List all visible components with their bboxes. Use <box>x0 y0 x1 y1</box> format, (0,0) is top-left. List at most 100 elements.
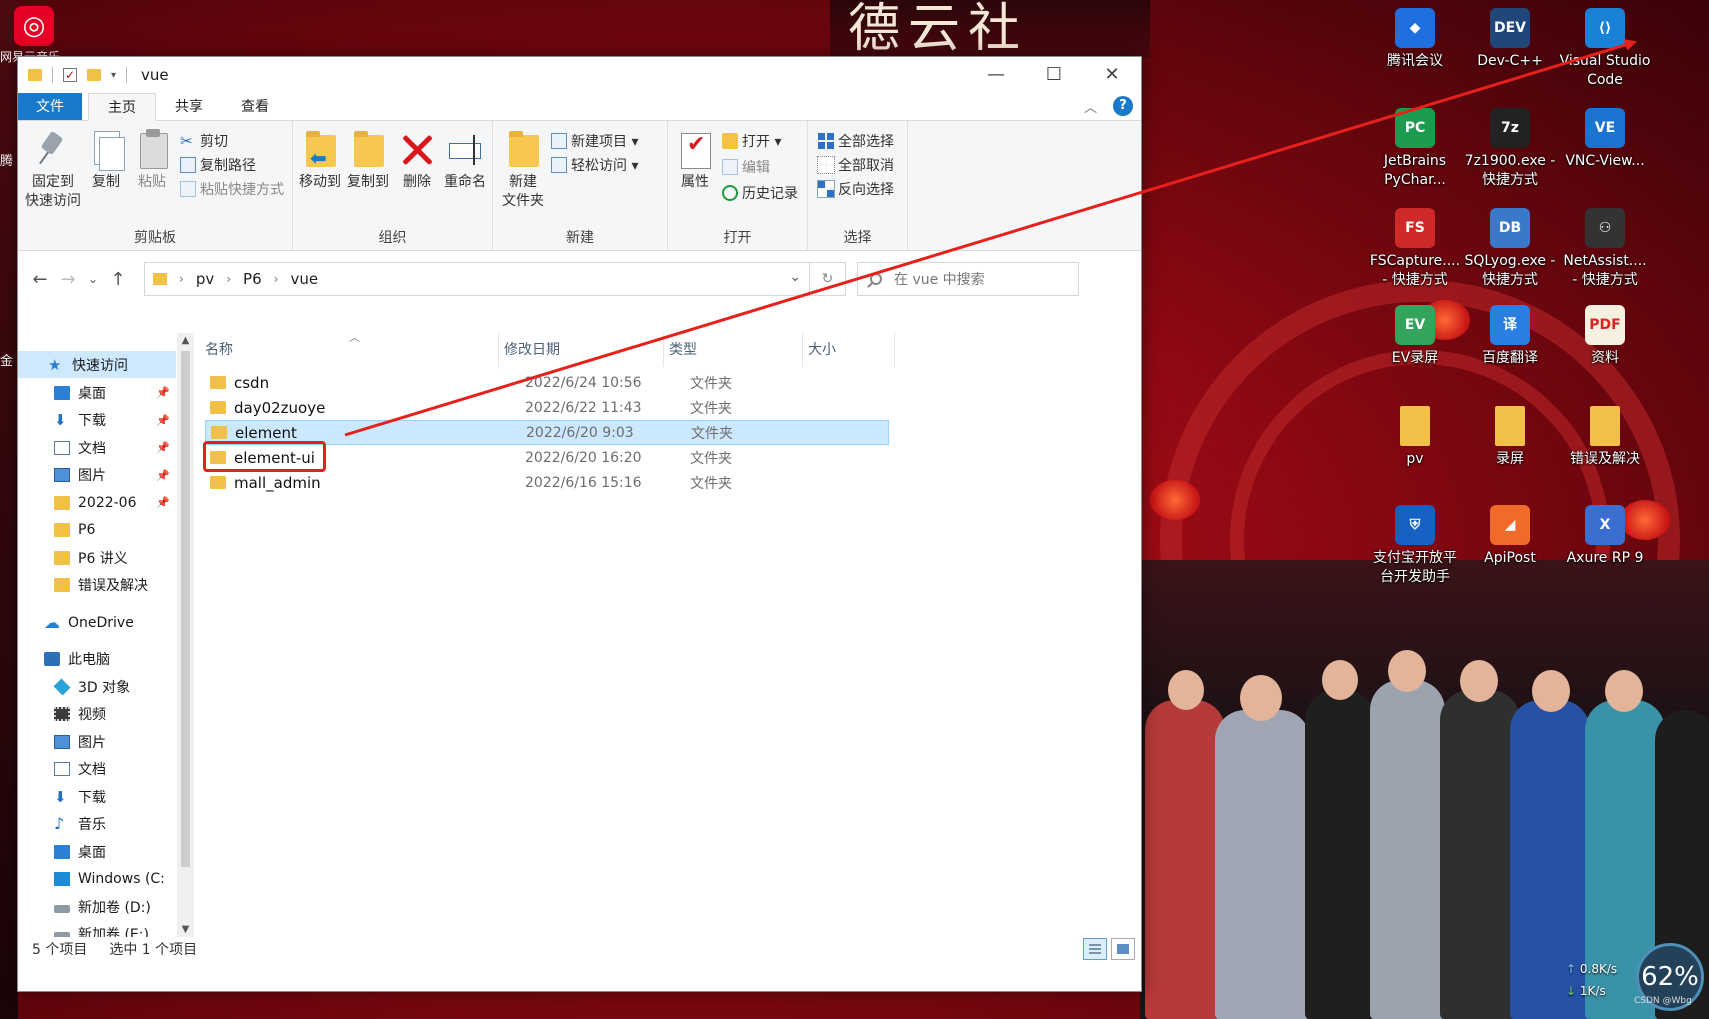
file-row[interactable]: day02zuoye 2022/6/22 11:43 文件夹 <box>205 395 889 420</box>
qa-dropdown-icon[interactable]: ▾ <box>111 70 116 81</box>
desktop-shortcut[interactable]: X Axure RP 9 <box>1559 505 1651 568</box>
desktop-shortcut-label: NetAssist.... - 快捷方式 <box>1563 253 1647 288</box>
nav-onedrive[interactable]: ☁ OneDrive <box>18 609 176 636</box>
netease-music-icon[interactable]: ◎ <box>14 6 54 46</box>
copy-path-button[interactable]: 复制路径 <box>180 155 256 175</box>
nav-quick-item[interactable]: 图片 📌 <box>18 462 176 489</box>
invert-selection-button[interactable]: 反向选择 <box>817 179 894 199</box>
recent-locations-chevron-icon[interactable]: ⌄ <box>82 272 104 286</box>
nav-quick-item[interactable]: 文档 📌 <box>18 434 176 461</box>
scroll-thumb[interactable] <box>181 351 190 867</box>
nav-pc-item[interactable]: 桌面 <box>18 838 176 865</box>
desktop-shortcut[interactable]: pv <box>1369 406 1461 469</box>
copy-button[interactable]: 复制 <box>84 129 128 192</box>
desktop-shortcut[interactable]: VE VNC-View... <box>1559 108 1651 171</box>
nav-quick-item[interactable]: 错误及解决 <box>18 572 176 599</box>
move-to-button[interactable]: ⬅ 移动到 <box>297 129 343 192</box>
desktop-shortcut[interactable]: ⟨⟩ Visual Studio Code <box>1559 8 1651 90</box>
nav-pc-item[interactable]: Windows (C: <box>18 866 176 893</box>
maximize-button[interactable]: ☐ <box>1025 57 1083 93</box>
nav-pc-item[interactable]: 新加卷 (D:) <box>18 893 176 920</box>
desktop-shortcut[interactable]: FS FSCapture.... - 快捷方式 <box>1369 208 1461 290</box>
scroll-up-icon[interactable]: ▲ <box>177 335 194 346</box>
back-arrow-icon[interactable]: ← <box>26 269 54 290</box>
paste-shortcut-button[interactable]: 粘贴快捷方式 <box>180 179 284 199</box>
pin-quick-access-button[interactable]: 固定到 快速访问 <box>24 129 82 211</box>
desktop-shortcut[interactable]: 7z 7z1900.exe - 快捷方式 <box>1464 108 1556 190</box>
tab-share[interactable]: 共享 <box>156 93 222 120</box>
nav-quick-item[interactable]: 桌面 📌 <box>18 379 176 406</box>
desktop-shortcut[interactable]: DB SQLyog.exe - 快捷方式 <box>1464 208 1556 290</box>
paste-button[interactable]: 粘贴 <box>130 129 174 192</box>
cut-button[interactable]: ✂ 剪切 <box>180 131 228 151</box>
column-header-name[interactable]: 名称 <box>200 333 499 367</box>
nav-pc-item[interactable]: ♪ 音乐 <box>18 811 176 838</box>
search-input[interactable]: 在 vue 中搜索 <box>857 262 1079 296</box>
new-folder-button[interactable]: 新建 文件夹 <box>497 129 549 211</box>
title-bar[interactable]: ✓ ▾ vue — ☐ ✕ <box>18 57 1141 93</box>
properties-check-icon[interactable]: ✓ <box>63 68 77 82</box>
delete-button[interactable]: 删除 <box>397 129 437 192</box>
scroll-down-icon[interactable]: ▼ <box>177 924 194 935</box>
desktop-shortcut[interactable]: PC JetBrains PyChar... <box>1369 108 1461 190</box>
easy-access-button[interactable]: 轻松访问 ▾ <box>551 155 638 175</box>
copy-to-button[interactable]: 复制到 <box>345 129 391 192</box>
new-folder-icon[interactable] <box>87 69 101 81</box>
column-header-size[interactable]: 大小 <box>803 333 895 367</box>
nav-quick-access[interactable]: ★ 快速访问 <box>18 351 176 378</box>
up-arrow-icon[interactable]: ↑ <box>104 269 132 290</box>
desktop-shortcut[interactable]: ⛨ 支付宝开放平台开发助手 <box>1369 505 1461 587</box>
nav-this-pc[interactable]: 此电脑 <box>18 645 176 672</box>
nav-quick-item[interactable]: P6 <box>18 517 176 544</box>
tab-home[interactable]: 主页 <box>88 93 156 121</box>
history-button[interactable]: 历史记录 <box>722 183 798 203</box>
nav-pc-item[interactable]: 3D 对象 <box>18 673 176 700</box>
file-row[interactable]: csdn 2022/6/24 10:56 文件夹 <box>205 370 889 395</box>
new-item-button[interactable]: 新建项目 ▾ <box>551 131 638 151</box>
edit-button[interactable]: 编辑 <box>722 157 770 177</box>
rename-button[interactable]: 重命名 <box>441 129 489 192</box>
nav-quick-item[interactable]: 2022-06 📌 <box>18 489 176 516</box>
desktop-shortcut[interactable]: PDF 资料 <box>1559 305 1651 368</box>
column-header-type[interactable]: 类型 <box>664 333 803 367</box>
address-dropdown-icon[interactable]: ⌄ <box>789 269 801 285</box>
file-row[interactable]: mall_admin 2022/6/16 15:16 文件夹 <box>205 470 889 495</box>
record-folder-icon <box>1495 406 1525 446</box>
nav-pc-item[interactable]: ⬇ 下载 <box>18 783 176 810</box>
address-bar[interactable]: › pv › P6 › vue ⌄ <box>144 262 810 296</box>
breadcrumb-p6[interactable]: P6 <box>243 270 262 288</box>
details-view-icon[interactable] <box>1083 938 1107 960</box>
open-button[interactable]: 打开 ▾ <box>722 131 781 151</box>
forward-arrow-icon[interactable]: → <box>54 269 82 290</box>
nav-pc-item[interactable]: 视频 <box>18 701 176 728</box>
nav-quick-item[interactable]: P6 讲义 <box>18 544 176 571</box>
blue-icon <box>54 385 70 400</box>
desktop-shortcut[interactable]: EV EV录屏 <box>1369 305 1461 368</box>
tab-file[interactable]: 文件 <box>18 93 82 120</box>
help-icon[interactable]: ? <box>1113 96 1133 116</box>
refresh-icon[interactable]: ↻ <box>810 262 846 296</box>
close-button[interactable]: ✕ <box>1083 57 1141 93</box>
collapse-ribbon-icon[interactable]: ︿ <box>1084 97 1097 116</box>
minimize-button[interactable]: — <box>967 57 1025 93</box>
new-folder-label-2: 文件夹 <box>502 193 544 209</box>
select-none-button[interactable]: 全部取消 <box>817 155 894 175</box>
nav-pc-item[interactable]: 图片 <box>18 728 176 755</box>
desktop-shortcut[interactable]: ◢ ApiPost <box>1464 505 1556 568</box>
desktop-shortcut[interactable]: 录屏 <box>1464 406 1556 469</box>
nav-pc-item[interactable]: 文档 <box>18 756 176 783</box>
desktop-shortcut[interactable]: DEV Dev-C++ <box>1464 8 1556 71</box>
desktop-shortcut[interactable]: ◆ 腾讯会议 <box>1369 8 1461 71</box>
column-header-date[interactable]: 修改日期 <box>499 333 664 367</box>
desktop-shortcut[interactable]: 错误及解决 <box>1559 406 1651 469</box>
tab-view[interactable]: 查看 <box>222 93 288 120</box>
properties-button[interactable]: 属性 <box>672 129 718 192</box>
breadcrumb-pv[interactable]: pv <box>196 270 214 288</box>
select-all-button[interactable]: 全部选择 <box>818 131 894 151</box>
desktop-shortcut[interactable]: ⚇ NetAssist.... - 快捷方式 <box>1559 208 1651 290</box>
nav-quick-item[interactable]: ⬇ 下载 📌 <box>18 407 176 434</box>
nav-scrollbar[interactable]: ▲ ▼ <box>177 333 194 937</box>
breadcrumb-vue[interactable]: vue <box>290 270 318 288</box>
large-icons-view-icon[interactable] <box>1111 938 1135 960</box>
desktop-shortcut[interactable]: 译百度翻译 <box>1464 305 1556 368</box>
